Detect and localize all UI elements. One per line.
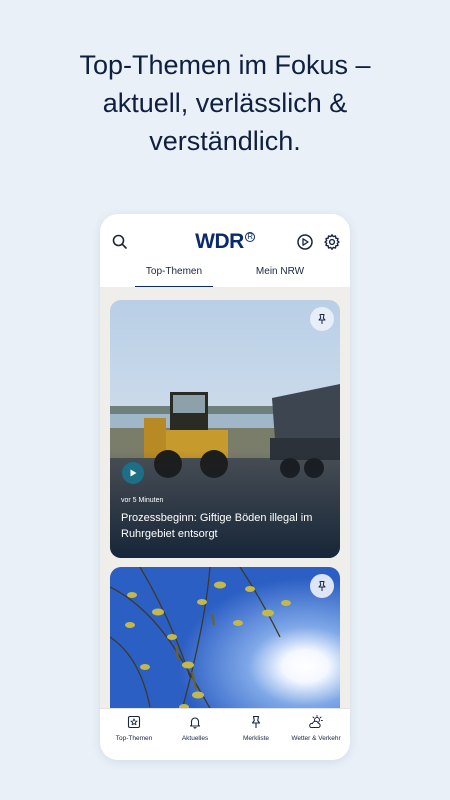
nav-wetter-verkehr[interactable]: Wetter & Verkehr: [285, 715, 347, 742]
article-time: vor 5 Minuten: [121, 497, 164, 504]
article-title[interactable]: Prozessbeginn: Giftige Böden illegal im …: [121, 510, 333, 542]
tab-top-themen[interactable]: Top-Themen: [135, 265, 213, 288]
news-feed[interactable]: vor 5 Minuten Prozessbeginn: Giftige Böd…: [100, 287, 350, 708]
nav-merkliste[interactable]: Merkliste: [225, 715, 287, 742]
bell-icon: [189, 717, 201, 729]
tab-mein-nrw[interactable]: Mein NRW: [241, 265, 319, 286]
pin-icon: [318, 581, 326, 591]
pin-icon: [251, 715, 261, 728]
bottom-navigation: Top-Themen Aktuelles Merkliste Wetter & …: [100, 708, 350, 760]
bookmark-pin-button[interactable]: [310, 574, 334, 598]
article-text: vor 5 Minuten Prozessbeginn: Giftige Böd…: [121, 496, 333, 542]
nav-label: Wetter & Verkehr: [291, 735, 341, 742]
nav-label: Top-Themen: [115, 735, 153, 742]
play-icon: [130, 469, 137, 477]
article-card[interactable]: [110, 567, 340, 708]
play-circle-icon[interactable]: [296, 233, 314, 251]
headline-line-2: aktuell, verlässlich &: [102, 88, 348, 118]
nav-label: Merkliste: [242, 735, 269, 742]
registered-mark: R: [244, 232, 255, 242]
headline-line-1: Top-Themen im Fokus –: [79, 50, 371, 80]
nav-label: Aktuelles: [181, 735, 209, 742]
promo-headline: Top-Themen im Fokus – aktuell, verlässli…: [0, 46, 450, 160]
video-play-button[interactable]: [122, 462, 144, 484]
bookmark-pin-button[interactable]: [310, 307, 334, 331]
star-frame-icon: [127, 715, 141, 729]
gear-icon[interactable]: [323, 233, 341, 251]
headline-line-3: verständlich.: [149, 126, 301, 156]
article-image: [110, 567, 340, 708]
phone-mockup: WDR R Top-Themen Mein NRW vor 5 Minuten …: [100, 214, 350, 760]
nav-top-themen[interactable]: Top-Themen: [103, 715, 165, 742]
article-card[interactable]: vor 5 Minuten Prozessbeginn: Giftige Böd…: [110, 300, 340, 558]
weather-icon: [309, 715, 323, 728]
app-header: WDR R: [100, 214, 350, 270]
nav-aktuelles[interactable]: Aktuelles: [164, 715, 226, 742]
pin-icon: [318, 314, 326, 324]
tab-bar: Top-Themen Mein NRW: [100, 265, 350, 288]
logo-text: WDR: [195, 230, 244, 253]
